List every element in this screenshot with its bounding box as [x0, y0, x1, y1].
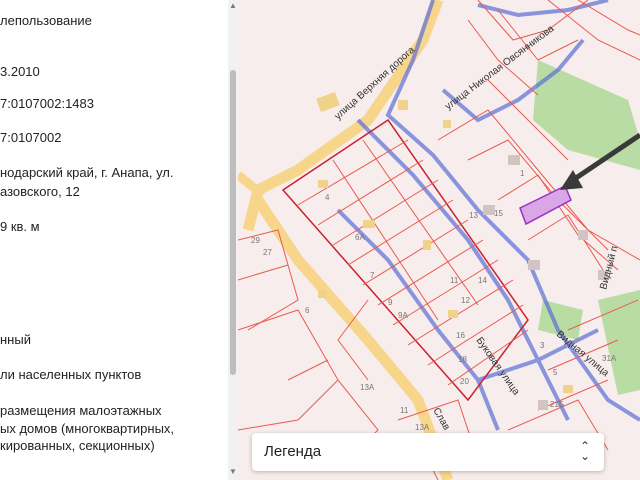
lot-number: 9А [398, 311, 408, 320]
lot-number: 21Б [550, 400, 564, 409]
scrollbar-thumb[interactable] [230, 70, 236, 375]
lot-number: 4 [325, 193, 330, 202]
chevron-down-icon: ⌄ [579, 449, 590, 463]
lot-number: 1 [520, 169, 525, 178]
lot-number: 6 [305, 306, 310, 315]
map-canvas[interactable]: улица Верхняя дорога улица Николая Овсян… [238, 0, 640, 480]
lot-number: 13А [360, 383, 375, 392]
legend-dropdown[interactable]: Легенда ⌃ ⌄ [252, 433, 604, 471]
info-row: нный [0, 332, 31, 347]
scroll-up-arrow[interactable]: ▲ [229, 2, 237, 10]
lot-number: 12 [461, 296, 470, 305]
info-row: 3.2010 [0, 64, 40, 79]
info-row: ли населенных пунктов [0, 367, 142, 382]
info-row: ых домов (многоквартирных, [0, 421, 175, 436]
lot-number: 3 [540, 341, 545, 350]
info-row: кированных, секционных) [0, 438, 155, 453]
lot-number: 15 [494, 209, 503, 218]
info-row: 9 кв. м [0, 219, 40, 234]
info-row: лепользование [0, 13, 92, 28]
lot-number: 29 [251, 236, 260, 245]
lot-number: 7 [370, 271, 375, 280]
lot-number: 6А [355, 233, 365, 242]
info-row: азовского, 12 [0, 184, 80, 199]
parcel-info-panel: лепользование 3.2010 7:0107002:1483 7:01… [0, 0, 228, 480]
lot-number: 16 [456, 331, 465, 340]
lot-number: 5 [553, 368, 558, 377]
info-row: размещения малоэтажных [0, 403, 162, 418]
info-row: нодарский край, г. Анапа, ул. [0, 165, 174, 180]
chevron-updown-icon: ⌃ ⌄ [579, 440, 590, 463]
lot-number: 20 [460, 377, 469, 386]
lot-number: 9 [388, 298, 393, 307]
cadastral-map[interactable]: улица Верхняя дорога улица Николая Овсян… [238, 0, 640, 480]
lot-number: 31А [602, 354, 617, 363]
lot-number: 27 [263, 248, 272, 257]
lot-number: 14 [478, 276, 487, 285]
info-row: 7:0107002:1483 [0, 96, 94, 111]
info-row: 7:0107002 [0, 130, 62, 145]
lot-number: 11 [450, 276, 459, 285]
lot-number: 11 [400, 406, 409, 415]
lot-number: 13А [415, 423, 430, 432]
scroll-down-arrow[interactable]: ▼ [229, 468, 237, 476]
panel-scrollbar[interactable]: ▲ ▼ [228, 0, 238, 480]
legend-label: Легенда [264, 443, 322, 460]
lot-number: 13 [469, 211, 478, 220]
lot-number: 18 [458, 355, 467, 364]
